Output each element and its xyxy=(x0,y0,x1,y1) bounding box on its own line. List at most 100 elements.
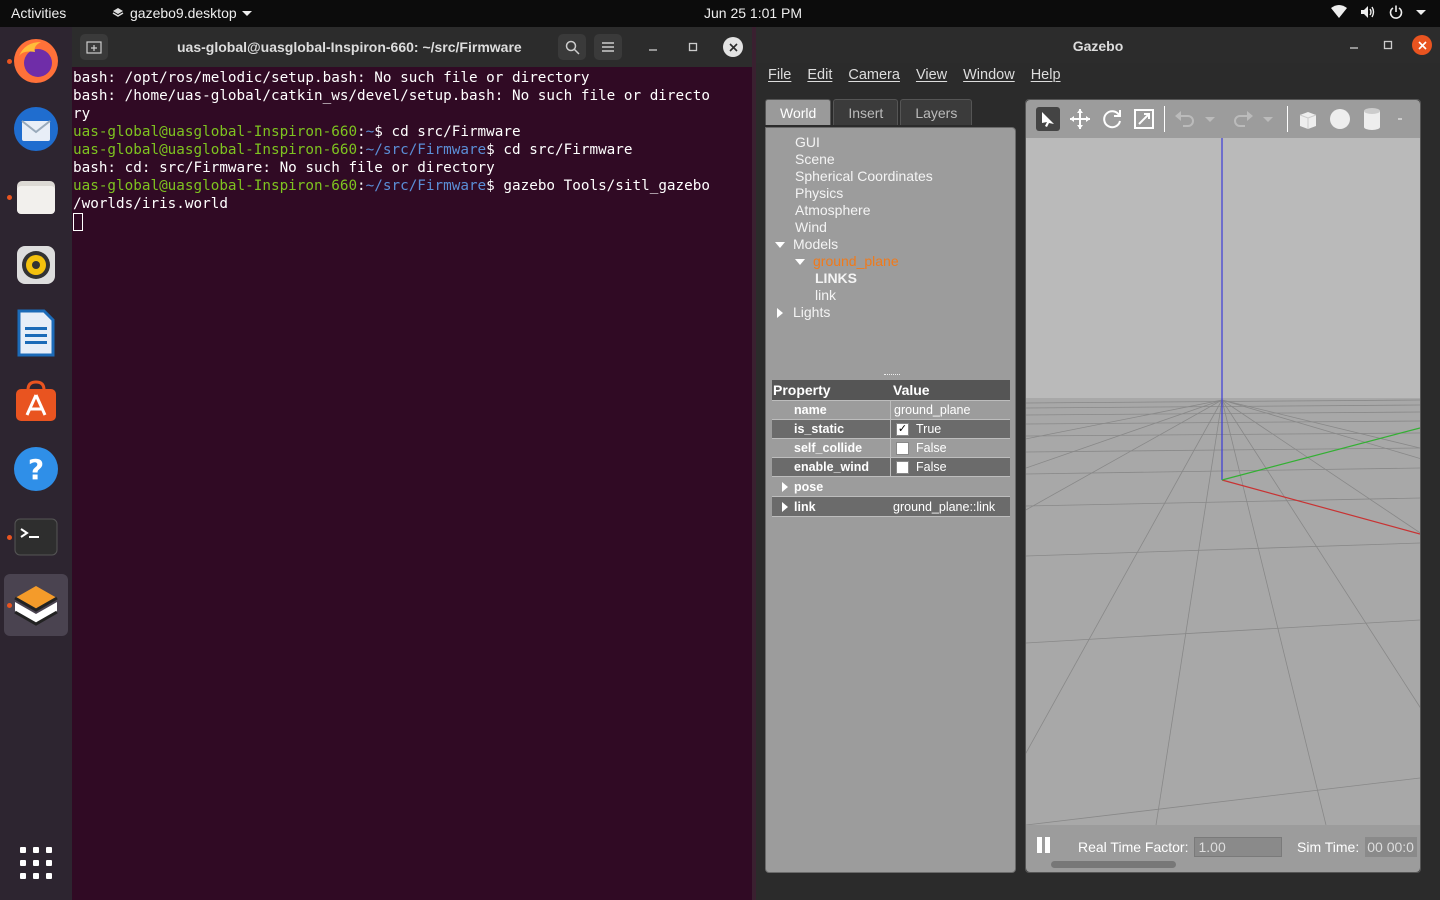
maximize-button[interactable] xyxy=(1378,35,1398,55)
dock-terminal[interactable] xyxy=(4,506,68,568)
expanded-arrow-icon[interactable] xyxy=(775,242,785,249)
firefox-icon xyxy=(14,39,58,83)
property-key-label: pose xyxy=(794,479,824,494)
menu-window[interactable]: Window xyxy=(963,67,1015,83)
property-key: is_static xyxy=(794,422,845,436)
checkbox-label: True xyxy=(916,422,942,436)
scale-mode-button[interactable] xyxy=(1132,107,1156,131)
clock[interactable]: Jun 25 1:01 PM xyxy=(704,5,802,21)
tree-item-atmosphere[interactable]: Atmosphere xyxy=(775,202,933,219)
dock-help[interactable]: ? xyxy=(4,438,68,500)
redo-history-dropdown[interactable] xyxy=(1263,116,1273,122)
3d-scene[interactable] xyxy=(1026,138,1420,825)
terminal-output[interactable]: bash: /opt/ros/melodic/setup.bash: No su… xyxy=(72,67,752,231)
dock-firefox[interactable] xyxy=(4,30,68,92)
horizontal-scrollbar[interactable] xyxy=(1051,861,1176,868)
search-button[interactable] xyxy=(558,34,586,60)
running-indicator xyxy=(7,195,12,200)
terminal-titlebar[interactable]: uas-global@uasglobal-Inspiron-660: ~/src… xyxy=(72,27,752,67)
box-shape-button[interactable] xyxy=(1296,107,1320,131)
tree-item-physics[interactable]: Physics xyxy=(775,185,933,202)
tree-item-link[interactable]: link xyxy=(775,287,933,304)
prompt-command: $ gazebo Tools/sitl_gazebo xyxy=(486,178,710,194)
tree-item-gui[interactable]: GUI xyxy=(775,134,933,151)
undo-icon xyxy=(1175,111,1194,127)
sphere-shape-button[interactable] xyxy=(1328,107,1352,131)
table-row-link[interactable]: link ground_plane::link xyxy=(772,497,1010,517)
property-value: ground_plane::link xyxy=(893,499,996,514)
show-applications-icon[interactable] xyxy=(20,847,52,879)
property-key: pose xyxy=(772,477,1010,496)
redo-button[interactable] xyxy=(1231,107,1255,131)
close-button[interactable] xyxy=(723,37,743,57)
prompt-path: ~/src/Firmware xyxy=(365,142,487,158)
maximize-icon xyxy=(688,42,698,52)
tab-layers[interactable]: Layers xyxy=(900,99,973,125)
tree-item-lights[interactable]: Lights xyxy=(775,304,933,321)
tree-item-wind[interactable]: Wind xyxy=(775,219,933,236)
tab-insert[interactable]: Insert xyxy=(833,99,899,125)
maximize-button[interactable] xyxy=(683,37,703,57)
gazebo-titlebar[interactable]: Gazebo xyxy=(756,27,1440,63)
tree-item-scene[interactable]: Scene xyxy=(775,151,933,168)
pause-button[interactable] xyxy=(1037,837,1050,853)
is-static-checkbox[interactable]: ✓ xyxy=(896,422,909,436)
translate-mode-button[interactable] xyxy=(1068,107,1092,131)
minimize-button[interactable] xyxy=(1344,35,1364,55)
tree-item-models[interactable]: Models xyxy=(775,236,933,253)
table-row-pose[interactable]: pose xyxy=(772,477,1010,497)
prompt-user: uas-global@uasglobal-Inspiron-660 xyxy=(73,178,358,194)
output-line: /worlds/iris.world xyxy=(73,196,228,212)
menu-edit[interactable]: Edit xyxy=(807,67,832,83)
close-button[interactable] xyxy=(1412,35,1432,55)
new-tab-button[interactable] xyxy=(80,34,108,60)
self-collide-checkbox[interactable] xyxy=(896,441,909,455)
collapsed-arrow-icon[interactable] xyxy=(782,482,788,492)
expanded-arrow-icon[interactable] xyxy=(795,259,805,266)
menu-button[interactable] xyxy=(594,34,622,60)
minimize-icon xyxy=(649,49,657,51)
undo-history-dropdown[interactable] xyxy=(1205,116,1215,122)
redo-icon xyxy=(1234,111,1253,127)
dock-thunderbird[interactable] xyxy=(4,98,68,160)
table-row: name ground_plane xyxy=(772,401,1010,420)
dock-libreoffice-writer[interactable] xyxy=(4,302,68,364)
dock-gazebo[interactable] xyxy=(4,574,68,636)
table-header: Property Value xyxy=(772,380,1010,401)
ground-plane xyxy=(1026,398,1420,825)
tree-item-ground-plane[interactable]: ground_plane xyxy=(775,253,933,270)
collapsed-arrow-icon[interactable] xyxy=(782,502,788,512)
menu-help[interactable]: Help xyxy=(1031,67,1061,83)
menu-camera[interactable]: Camera xyxy=(848,67,900,83)
minimize-button[interactable] xyxy=(643,37,663,57)
real-time-factor: Real Time Factor: 1.00 xyxy=(1078,837,1283,857)
select-mode-button[interactable] xyxy=(1036,107,1060,131)
cylinder-shape-button[interactable] xyxy=(1360,107,1384,131)
sim-time: Sim Time: 00 00:0 xyxy=(1297,837,1418,857)
toolbar-overflow-icon[interactable] xyxy=(1398,118,1402,120)
property-table: Property Value name ground_plane is_stat… xyxy=(772,380,1010,517)
prompt-user: uas-global@uasglobal-Inspiron-660 xyxy=(73,142,358,158)
app-menu[interactable]: gazebo9.desktop xyxy=(111,5,252,21)
menu-view[interactable]: View xyxy=(916,67,947,83)
enable-wind-checkbox[interactable] xyxy=(896,460,909,474)
dock-files[interactable] xyxy=(4,166,68,228)
tab-world[interactable]: World xyxy=(765,99,832,125)
column-header-property: Property xyxy=(773,382,831,398)
text-cursor xyxy=(73,213,83,231)
menu-file[interactable]: File xyxy=(768,67,791,83)
rotate-mode-button[interactable] xyxy=(1100,107,1124,131)
undo-button[interactable] xyxy=(1173,107,1197,131)
dock-ubuntu-software[interactable] xyxy=(4,370,68,432)
scale-icon xyxy=(1134,109,1154,129)
activities-button[interactable]: Activities xyxy=(11,5,66,21)
system-tray[interactable] xyxy=(1331,5,1426,19)
tree-item-spherical-coordinates[interactable]: Spherical Coordinates xyxy=(775,168,933,185)
splitter-handle[interactable] xyxy=(884,374,900,376)
running-indicator xyxy=(7,603,12,608)
maximize-icon xyxy=(1383,40,1393,50)
gazebo-icon xyxy=(14,586,58,626)
collapsed-arrow-icon[interactable] xyxy=(777,308,783,319)
dock-rhythmbox[interactable] xyxy=(4,234,68,296)
gazebo-title: Gazebo xyxy=(1072,38,1124,54)
